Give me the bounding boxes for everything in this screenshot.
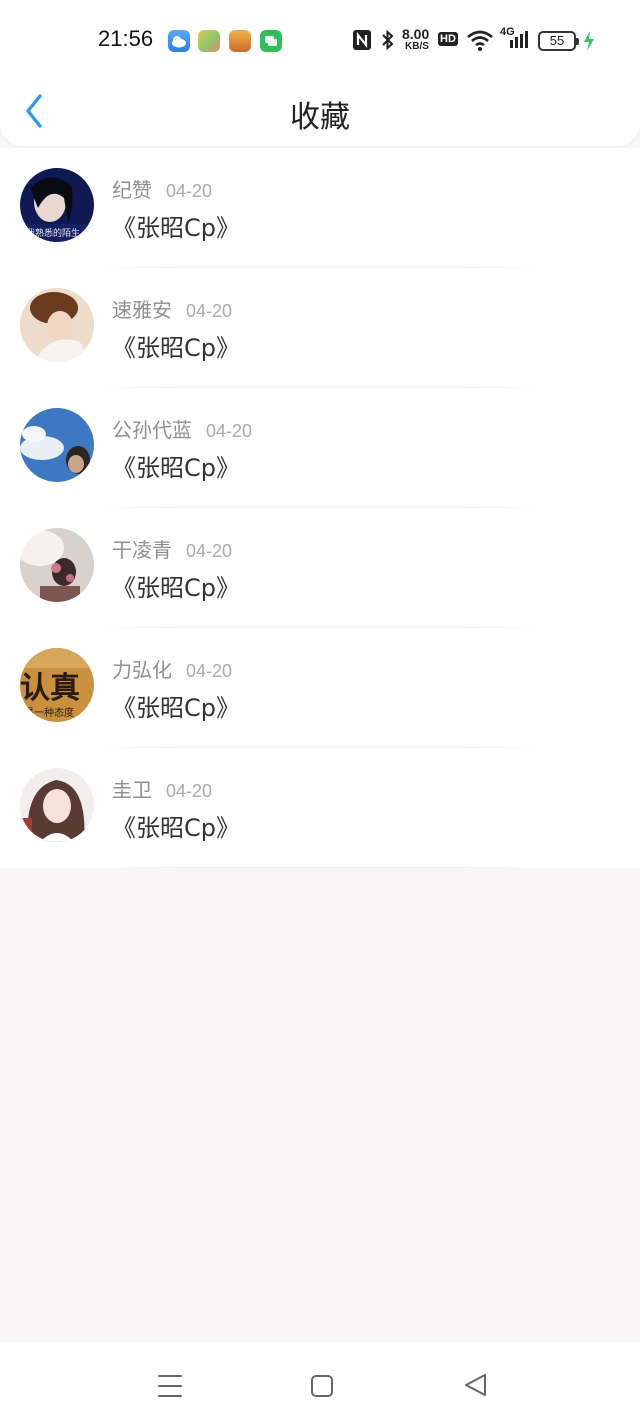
- item-meta: 力弘化 04-20: [112, 654, 232, 683]
- item-date: 04-20: [166, 181, 213, 201]
- weather-app-icon: [168, 30, 190, 52]
- item-date: 04-20: [166, 781, 213, 801]
- favorites-list: 我熟悉的陌生 纪赞 04-20 《张昭Cp》 速雅安 04-20 《张昭Cp》: [0, 148, 640, 868]
- nfc-icon: [352, 29, 372, 56]
- list-item[interactable]: 干凌青 04-20 《张昭Cp》: [0, 508, 640, 628]
- game-app-icon: [198, 30, 220, 52]
- item-username: 干凌青: [112, 538, 172, 562]
- item-date: 04-20: [186, 661, 233, 681]
- battery-indicator: 55: [538, 31, 579, 51]
- avatar: [20, 408, 94, 482]
- home-button[interactable]: [302, 1366, 342, 1406]
- list-item[interactable]: 我熟悉的陌生 纪赞 04-20 《张昭Cp》: [0, 148, 640, 268]
- item-title: 《张昭Cp》: [112, 454, 240, 482]
- avatar: [20, 288, 94, 362]
- system-nav-bar: [0, 1342, 640, 1422]
- net-speed-unit: KB/S: [405, 41, 429, 52]
- status-bar: 21:56 8.00 KB/S HD 4G 55: [0, 22, 640, 60]
- item-title: 《张昭Cp》: [112, 334, 240, 362]
- signal-icon: [508, 28, 530, 55]
- game-app-icon-2: [229, 30, 251, 52]
- item-date: 04-20: [206, 421, 253, 441]
- net-speed-value: 8.00: [402, 26, 430, 42]
- avatar: 认真 是一种态度: [20, 648, 94, 722]
- menu-icon: [158, 1375, 182, 1397]
- item-meta: 干凌青 04-20: [112, 534, 232, 563]
- wifi-icon: [466, 28, 494, 57]
- page-title: 收藏: [290, 100, 350, 135]
- avatar: [20, 768, 94, 842]
- item-username: 圭卫: [112, 778, 152, 802]
- list-item[interactable]: 认真 是一种态度 力弘化 04-20 《张昭Cp》: [0, 628, 640, 748]
- list-item[interactable]: 圭卫 04-20 《张昭Cp》: [0, 748, 640, 868]
- nav-back-button[interactable]: [456, 1366, 496, 1406]
- item-title: 《张昭Cp》: [112, 694, 240, 722]
- avatar-text: 是一种态度: [24, 706, 74, 719]
- top-bar: 21:56 8.00 KB/S HD 4G 55 收藏: [0, 0, 640, 146]
- avatar-text: 我熟悉的陌生: [26, 227, 80, 239]
- item-title: 《张昭Cp》: [112, 214, 240, 242]
- row-divider: [100, 867, 540, 868]
- bluetooth-icon: [380, 28, 396, 57]
- hd-badge: HD: [438, 32, 458, 46]
- triangle-back-icon: [465, 1374, 486, 1396]
- avatar: [20, 528, 94, 602]
- item-meta: 圭卫 04-20: [112, 774, 212, 803]
- status-time: 21:56: [98, 26, 154, 51]
- item-meta: 纪赞 04-20: [112, 174, 212, 203]
- item-username: 速雅安: [112, 298, 172, 322]
- list-item[interactable]: 速雅安 04-20 《张昭Cp》: [0, 268, 640, 388]
- item-username: 纪赞: [112, 178, 152, 202]
- messages-app-icon: [260, 30, 282, 52]
- avatar: 我熟悉的陌生: [20, 168, 94, 242]
- list-item[interactable]: 公孙代蓝 04-20 《张昭Cp》: [0, 388, 640, 508]
- charging-icon: [582, 30, 596, 57]
- item-username: 公孙代蓝: [112, 418, 192, 442]
- item-title: 《张昭Cp》: [112, 574, 240, 602]
- item-meta: 速雅安 04-20: [112, 294, 232, 323]
- item-meta: 公孙代蓝 04-20: [112, 414, 252, 443]
- item-title: 《张昭Cp》: [112, 814, 240, 842]
- item-username: 力弘化: [112, 658, 172, 682]
- menu-button[interactable]: [150, 1366, 190, 1406]
- square-home-icon: [311, 1375, 333, 1397]
- item-date: 04-20: [186, 541, 233, 561]
- item-date: 04-20: [186, 301, 233, 321]
- avatar-text: 认真: [20, 671, 80, 706]
